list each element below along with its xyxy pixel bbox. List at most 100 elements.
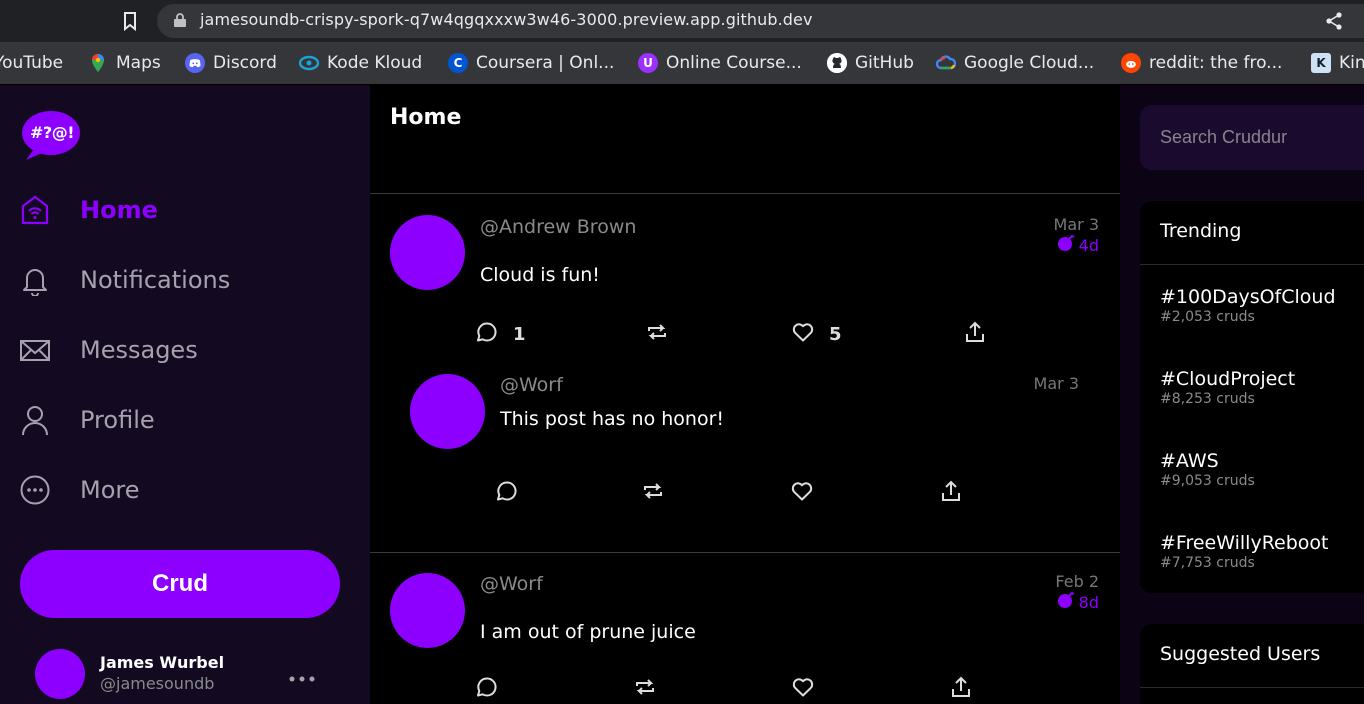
nav-messages[interactable]: Messages — [20, 330, 198, 370]
url-text[interactable]: jamesoundb-crispy-spork-q7w4qgqxxxw3w46-… — [200, 10, 813, 29]
trend-item[interactable]: #FreeWillyReboot #7,753 cruds — [1160, 532, 1329, 571]
current-user-name: James Wurbel — [100, 653, 225, 672]
bookmark-icon[interactable] — [120, 10, 140, 32]
right-column: Trending #100DaysOfCloud #2,053 cruds #C… — [1120, 85, 1364, 704]
share-icon[interactable] — [1324, 11, 1344, 31]
repost-button[interactable] — [641, 479, 665, 507]
avatar[interactable] — [410, 374, 485, 449]
bookmark-label: Google Cloud... — [964, 53, 1095, 73]
trend-item[interactable]: #AWS #9,053 cruds — [1160, 450, 1255, 489]
bookmark-discord[interactable]: Discord — [185, 51, 277, 75]
activity-actions: 1 5 — [475, 320, 995, 346]
bookmark-maps[interactable]: Maps — [88, 51, 161, 75]
trend-count: #7,753 cruds — [1160, 555, 1255, 571]
bookmark-online-course[interactable]: U Online Course... — [638, 51, 802, 75]
share-icon — [963, 320, 987, 348]
bookmark-coursera[interactable]: C Coursera | Onl... — [448, 51, 614, 75]
activity-expiry: 4d — [1057, 234, 1099, 256]
trend-tag: #AWS — [1160, 450, 1219, 472]
bookmark-label: GitHub — [855, 53, 914, 73]
bomb-icon — [1057, 591, 1075, 613]
expiry-text: 8d — [1078, 592, 1099, 612]
reply-button[interactable] — [495, 479, 519, 507]
like-count: 5 — [829, 323, 842, 345]
current-user-handle: @jamesoundb — [100, 674, 215, 693]
current-user-profile[interactable]: James Wurbel @jamesoundb — [35, 649, 345, 701]
bookmark-label: Kin — [1339, 53, 1364, 73]
activity-handle[interactable]: @Andrew Brown — [480, 216, 636, 238]
logo-text: #?@! — [30, 123, 74, 142]
share-button[interactable] — [939, 479, 963, 507]
kodekloud-icon — [299, 53, 319, 73]
google-cloud-icon — [936, 53, 956, 73]
bomb-icon — [1057, 234, 1075, 256]
avatar[interactable] — [390, 573, 465, 648]
activity-item[interactable]: @Worf I am out of prune juice Feb 2 8d — [370, 553, 1120, 704]
kin-icon: K — [1311, 53, 1331, 73]
bookmark-label: Discord — [213, 53, 277, 73]
mail-icon — [20, 334, 50, 366]
trend-tag: #FreeWillyReboot — [1160, 532, 1329, 554]
activity-message: I am out of prune juice — [480, 621, 696, 643]
bookmark-label: reddit: the fro... — [1149, 53, 1283, 73]
search-input[interactable] — [1140, 105, 1364, 170]
github-icon — [827, 53, 847, 73]
lock-icon[interactable] — [173, 12, 187, 28]
bookmark-github[interactable]: GitHub — [827, 51, 914, 75]
share-icon — [939, 479, 963, 507]
suggested-users-title: Suggested Users — [1160, 643, 1321, 665]
reply-button[interactable] — [475, 675, 499, 703]
heart-icon — [790, 479, 814, 507]
like-button[interactable]: 5 — [791, 320, 842, 348]
activity-actions — [475, 675, 985, 701]
repost-button[interactable] — [645, 320, 683, 348]
reply-handle[interactable]: @Worf — [500, 374, 563, 396]
nav-notifications[interactable]: Notifications — [20, 260, 230, 300]
profile-more-icon[interactable] — [289, 663, 315, 688]
expiry-text: 4d — [1078, 235, 1099, 255]
trending-section: Trending #100DaysOfCloud #2,053 cruds #C… — [1140, 201, 1364, 593]
trend-item[interactable]: #CloudProject #8,253 cruds — [1160, 368, 1295, 407]
like-button[interactable] — [790, 479, 814, 507]
nav-more-label: More — [80, 476, 140, 504]
bookmark-label: Kode Kloud — [327, 53, 423, 73]
bookmark-reddit[interactable]: reddit: the fro... — [1121, 51, 1282, 75]
avatar[interactable] — [390, 215, 465, 290]
nav-home-label: Home — [80, 196, 158, 224]
share-button[interactable] — [963, 320, 987, 348]
activity-date: Feb 2 — [1055, 572, 1099, 591]
bell-icon — [20, 264, 50, 297]
trend-tag: #CloudProject — [1160, 368, 1296, 390]
share-button[interactable] — [949, 675, 973, 703]
avatar[interactable] — [35, 649, 85, 699]
bookmark-kin[interactable]: K Kin — [1311, 51, 1364, 75]
activity-date: Mar 3 — [1053, 215, 1099, 234]
trend-count: #2,053 cruds — [1160, 309, 1255, 325]
reply-count: 1 — [513, 323, 526, 345]
bookmark-label: Maps — [116, 53, 161, 73]
activity-handle[interactable]: @Worf — [480, 573, 543, 595]
trend-item[interactable]: #100DaysOfCloud #2,053 cruds — [1160, 286, 1336, 325]
like-button[interactable] — [791, 675, 815, 703]
activity-item[interactable]: @Andrew Brown Cloud is fun! Mar 3 4d 1 5… — [370, 195, 1120, 552]
home-icon — [20, 194, 50, 226]
nav-more[interactable]: More — [20, 470, 140, 510]
cruddur-app: #?@! Home Notifications Messages Profile — [0, 85, 1364, 704]
discord-icon — [185, 53, 205, 73]
trend-count: #9,053 cruds — [1160, 473, 1255, 489]
nav-profile[interactable]: Profile — [20, 400, 155, 440]
reply-actions — [495, 479, 975, 505]
repost-icon — [633, 675, 657, 703]
reply-button[interactable]: 1 — [475, 320, 526, 348]
nav-home[interactable]: Home — [20, 190, 158, 230]
logo[interactable]: #?@! — [20, 109, 82, 161]
bookmark-youtube[interactable]: YouTube — [0, 51, 63, 75]
bookmark-kodekloud[interactable]: Kode Kloud — [299, 51, 422, 75]
heart-icon — [791, 675, 815, 703]
bookmark-google-cloud[interactable]: Google Cloud... — [936, 51, 1094, 75]
nav-messages-label: Messages — [80, 336, 198, 364]
reply-icon — [475, 320, 499, 348]
repost-button[interactable] — [633, 675, 657, 703]
reply-date: Mar 3 — [1033, 374, 1079, 393]
crud-button[interactable]: Crud — [20, 550, 340, 618]
